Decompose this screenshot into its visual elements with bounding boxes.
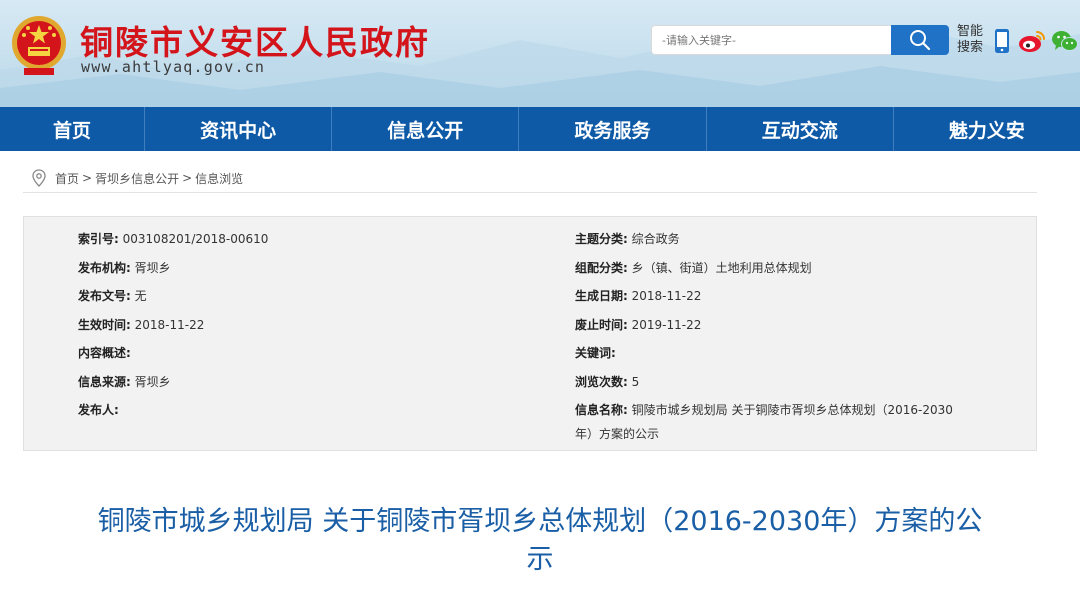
meta-value: 乡（镇、街道）土地利用总体规划	[631, 261, 812, 275]
meta-topic: 主题分类: 综合政务	[575, 230, 680, 247]
site-header: 铜陵市义安区人民政府 www.ahtlyaq.gov.cn 智能 搜索	[0, 0, 1080, 107]
meta-value: 003108201/2018-00610	[122, 232, 269, 246]
search-box	[651, 25, 891, 55]
meta-value: 2018-11-22	[631, 289, 702, 303]
breadcrumb: 首页 > 胥坝乡信息公开 > 信息浏览	[23, 164, 1037, 193]
meta-key: 发布人:	[78, 403, 119, 417]
info-meta-table: 索引号: 003108201/2018-00610 发布机构: 胥坝乡 发布文号…	[23, 216, 1037, 451]
meta-value: 无	[134, 289, 147, 303]
meta-key: 生成日期:	[575, 289, 628, 303]
meta-info-name: 信息名称: 铜陵市城乡规划局 关于铜陵市胥坝乡总体规划（2016-2030年）方…	[575, 398, 955, 446]
meta-key: 组配分类:	[575, 261, 628, 275]
breadcrumb-separator: >	[82, 171, 93, 185]
meta-key: 关键词:	[575, 346, 616, 360]
search-icon	[910, 30, 931, 51]
meta-value: 综合政务	[631, 232, 680, 246]
breadcrumb-current: 信息浏览	[195, 171, 244, 186]
search-button[interactable]	[891, 25, 949, 55]
meta-key: 浏览次数:	[575, 375, 628, 389]
meta-source: 信息来源: 胥坝乡	[78, 373, 171, 390]
nav-item-info-public[interactable]: 信息公开	[332, 107, 520, 151]
meta-value: 2019-11-22	[631, 318, 702, 332]
meta-key: 主题分类:	[575, 232, 628, 246]
location-pin-icon	[32, 169, 46, 187]
meta-key: 内容概述:	[78, 346, 131, 360]
meta-expiry-date: 废止时间: 2019-11-22	[575, 316, 701, 333]
meta-category: 组配分类: 乡（镇、街道）土地利用总体规划	[575, 259, 812, 276]
meta-key: 信息名称:	[575, 403, 628, 417]
meta-view-count: 浏览次数: 5	[575, 373, 639, 390]
meta-value: 胥坝乡	[134, 375, 171, 389]
breadcrumb-separator: >	[182, 171, 193, 185]
meta-value: 胥坝乡	[134, 261, 171, 275]
weibo-icon[interactable]	[1017, 28, 1047, 54]
meta-summary: 内容概述:	[78, 344, 131, 361]
smart-search-line1: 智能	[957, 24, 984, 39]
smart-search-line2: 搜索	[957, 40, 984, 55]
meta-index-number: 索引号: 003108201/2018-00610	[78, 230, 268, 247]
meta-key: 索引号:	[78, 232, 119, 246]
nav-item-gov-service[interactable]: 政务服务	[519, 107, 707, 151]
meta-key: 发布机构:	[78, 261, 131, 275]
meta-key: 生效时间:	[78, 318, 131, 332]
meta-effective-date: 生效时间: 2018-11-22	[78, 316, 204, 333]
wechat-icon[interactable]	[1051, 28, 1079, 54]
nav-item-home[interactable]: 首页	[0, 107, 145, 151]
breadcrumb-section[interactable]: 胥坝乡信息公开	[95, 170, 179, 187]
meta-doc-number: 发布文号: 无	[78, 287, 147, 304]
nav-item-charm-yian[interactable]: 魅力义安	[894, 107, 1080, 151]
article-title-line1: 铜陵市城乡规划局 关于铜陵市胥坝乡总体规划（2016-2030年）方案的公	[97, 506, 983, 537]
meta-value: 5	[631, 375, 640, 389]
meta-value: 2018-11-22	[134, 318, 205, 332]
meta-key: 信息来源:	[78, 375, 131, 389]
site-title[interactable]: 铜陵市义安区人民政府	[80, 16, 430, 64]
meta-key: 废止时间:	[575, 318, 628, 332]
national-emblem-icon[interactable]	[10, 14, 68, 78]
meta-created-date: 生成日期: 2018-11-22	[575, 287, 701, 304]
meta-keywords: 关键词:	[575, 344, 616, 361]
nav-item-interaction[interactable]: 互动交流	[707, 107, 894, 151]
article-title: 铜陵市城乡规划局 关于铜陵市胥坝乡总体规划（2016-2030年）方案的公 示	[40, 503, 1040, 579]
meta-key: 发布文号:	[78, 289, 131, 303]
article-title-line2: 示	[526, 544, 554, 575]
nav-item-news[interactable]: 资讯中心	[145, 107, 333, 151]
search-input[interactable]	[652, 26, 891, 54]
smart-search-link[interactable]: 智能 搜索	[957, 24, 987, 56]
main-nav: 首页 资讯中心 信息公开 政务服务 互动交流 魅力义安	[0, 107, 1080, 151]
meta-publisher-person: 发布人:	[78, 401, 119, 418]
breadcrumb-home[interactable]: 首页	[55, 170, 79, 187]
mobile-icon[interactable]	[993, 28, 1011, 54]
meta-publisher: 发布机构: 胥坝乡	[78, 259, 171, 276]
meta-value: 铜陵市城乡规划局 关于铜陵市胥坝乡总体规划（2016-2030年）方案的公示	[575, 403, 953, 441]
site-url[interactable]: www.ahtlyaq.gov.cn	[81, 58, 265, 76]
